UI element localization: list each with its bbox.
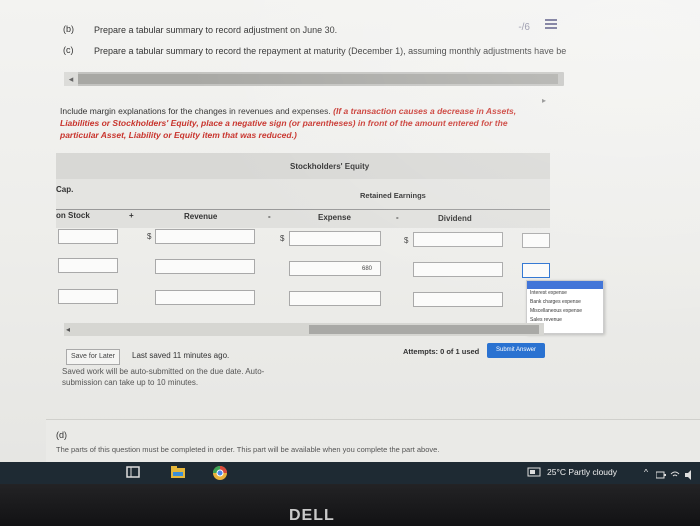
dropdown-option[interactable]: Bank charges expense — [527, 298, 603, 307]
dropdown-selected-row[interactable] — [527, 281, 603, 289]
dell-logo: DELL — [289, 507, 335, 524]
currency-sign: $ — [280, 234, 285, 243]
instructions-plain: Include margin explanations for the chan… — [60, 106, 331, 116]
part-d-label: (d) — [56, 430, 67, 440]
last-saved-text: Last saved 11 minutes ago. — [132, 351, 230, 360]
part-b-text: Prepare a tabular summary to record adju… — [94, 25, 338, 35]
volume-icon[interactable] — [684, 467, 696, 483]
revenue-header: Revenue — [184, 212, 218, 221]
part-d-section: (d) The parts of this question must be c… — [46, 419, 700, 462]
minus-sign: - — [268, 212, 271, 221]
part-b-label: (b) — [63, 24, 74, 34]
dropdown-option[interactable]: Miscellaneous expense — [527, 307, 603, 316]
horizontal-scrollbar-table[interactable]: ◂ — [64, 323, 544, 336]
instructions: Include margin explanations for the chan… — [60, 105, 540, 141]
file-explorer-icon[interactable] — [170, 465, 186, 481]
plus-sign: + — [129, 211, 134, 220]
network-icon[interactable] — [670, 467, 680, 483]
attempts-text: Attempts: 0 of 1 used — [403, 347, 480, 356]
battery-icon[interactable] — [655, 467, 666, 483]
laptop-bezel — [0, 484, 700, 526]
currency-sign: $ — [147, 232, 152, 241]
weather-text[interactable]: 25°C Partly cloudy — [547, 467, 617, 477]
revenue-input-row2[interactable] — [155, 259, 255, 274]
part-d-text: The parts of this question must be compl… — [56, 445, 440, 454]
save-for-later-button[interactable]: Save for Later — [66, 349, 120, 365]
scroll-thumb[interactable] — [78, 74, 558, 84]
auto-submit-note: Saved work will be auto-submitted on the… — [62, 367, 265, 387]
task-view-icon[interactable] — [126, 465, 140, 481]
table-subheader: Cap. Retained Earnings — [56, 179, 550, 209]
explanation-input-row1[interactable] — [522, 233, 550, 248]
scroll-right-icon[interactable]: ▸ — [542, 96, 546, 105]
column-headers: on Stock + Revenue - Expense - Dividend — [56, 209, 550, 228]
scroll-left-icon[interactable]: ◂ — [64, 72, 78, 86]
explanation-select-row2[interactable] — [522, 263, 550, 278]
currency-sign: $ — [404, 236, 409, 245]
scroll-thumb[interactable] — [309, 325, 539, 334]
retained-earnings-header: Retained Earnings — [360, 191, 426, 200]
part-c-text: Prepare a tabular summary to record the … — [94, 46, 567, 56]
stock-input-row1[interactable] — [58, 229, 118, 244]
dropdown-option[interactable]: Interest expense — [527, 289, 603, 298]
weather-icon[interactable] — [527, 465, 541, 481]
table-group-header: Stockholders' Equity — [56, 153, 550, 180]
revenue-input-row1[interactable] — [155, 229, 255, 244]
list-icon[interactable] — [545, 19, 557, 29]
revenue-input-row3[interactable] — [155, 290, 255, 305]
score-indicator: -/6 — [518, 22, 530, 33]
expense-header: Expense — [318, 213, 351, 222]
capital-header: Cap. — [56, 185, 74, 194]
question-page: -/6 (b) Prepare a tabular summary to rec… — [0, 0, 700, 462]
dividend-header: Dividend — [438, 214, 472, 223]
expense-input-row3[interactable] — [289, 291, 381, 306]
part-c-label: (c) — [63, 45, 74, 55]
submit-answer-button[interactable]: Submit Answer — [487, 343, 545, 358]
common-stock-header: on Stock — [56, 211, 90, 220]
chrome-icon[interactable] — [212, 465, 228, 481]
expense-input-row1[interactable] — [289, 231, 381, 246]
dividend-input-row2[interactable] — [413, 262, 503, 277]
horizontal-scrollbar-top[interactable]: ◂ — [64, 72, 564, 86]
tray-up-icon[interactable]: ^ — [644, 467, 648, 477]
screen: -/6 (b) Prepare a tabular summary to rec… — [0, 0, 700, 462]
expense-input-row2[interactable]: 680 — [289, 261, 381, 276]
stock-input-row2[interactable] — [58, 258, 118, 273]
stock-input-row3[interactable] — [58, 289, 118, 304]
stockholders-equity-header: Stockholders' Equity — [290, 162, 370, 171]
scroll-left-icon[interactable]: ◂ — [66, 323, 70, 336]
dividend-input-row1[interactable] — [413, 232, 503, 247]
dividend-input-row3[interactable] — [413, 292, 503, 307]
minus-sign-2: - — [396, 213, 399, 222]
